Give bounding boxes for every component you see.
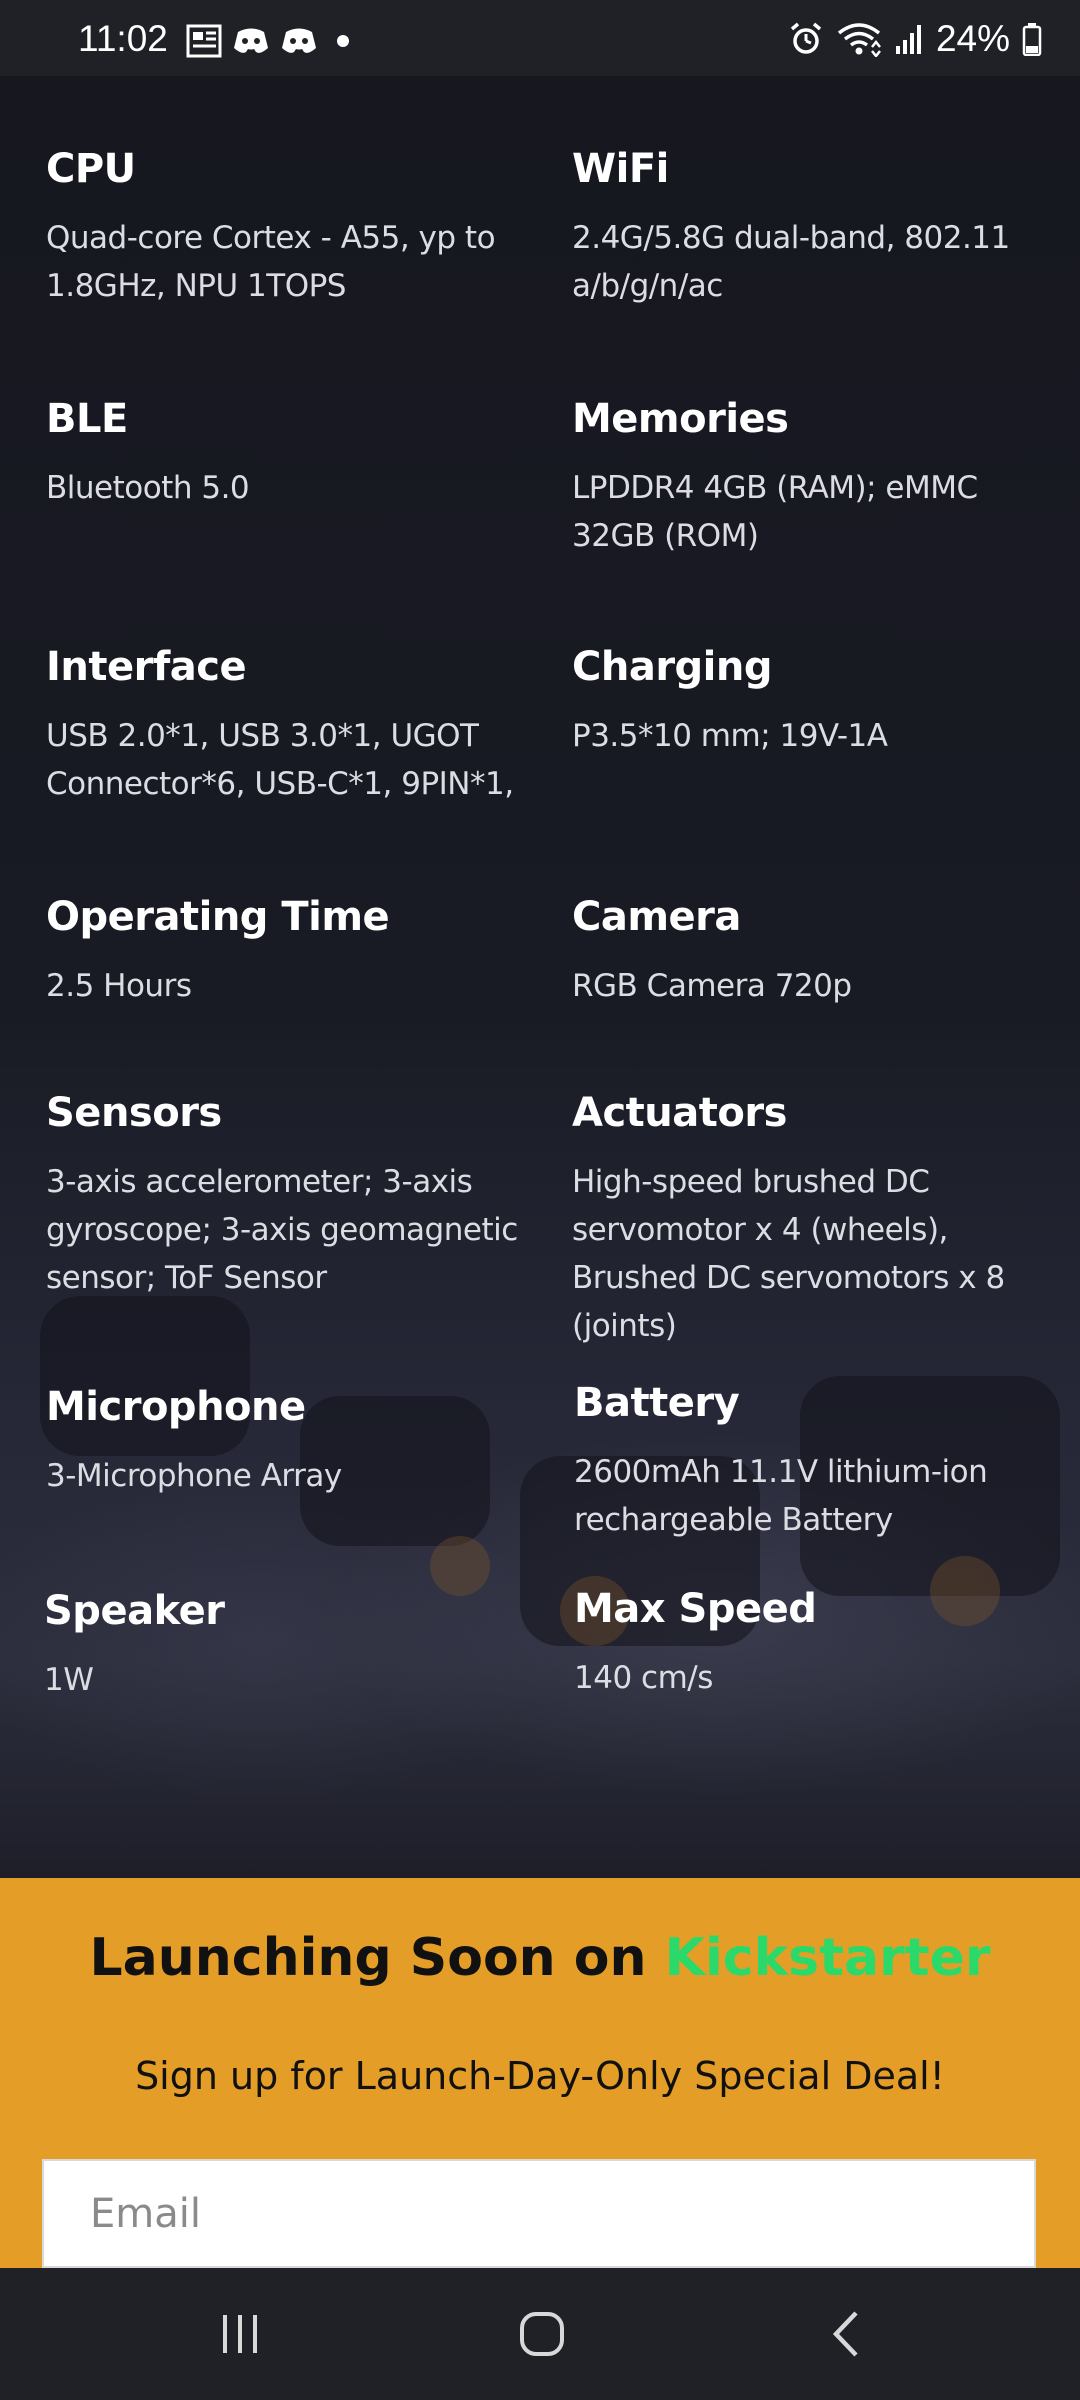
wifi-icon bbox=[837, 23, 881, 57]
spec-max-speed: Max Speed 140 cm/s bbox=[574, 1586, 1054, 1702]
spec-title: Sensors bbox=[46, 1090, 222, 1136]
spec-title: Camera bbox=[572, 894, 741, 940]
alarm-icon bbox=[790, 22, 822, 54]
signup-subtitle: Sign up for Launch-Day-Only Special Deal… bbox=[135, 2054, 945, 2098]
spec-sensors: Sensors 3-axis accelerometer; 3-axis gyr… bbox=[46, 1090, 526, 1302]
spec-battery: Battery 2600mAh 11.1V lithium-ion rechar… bbox=[574, 1380, 1054, 1544]
spec-title: Memories bbox=[572, 396, 789, 442]
spec-value: 3-Microphone Array bbox=[46, 1458, 342, 1494]
recents-icon bbox=[223, 2315, 257, 2353]
email-input[interactable] bbox=[42, 2159, 1036, 2268]
dot-icon bbox=[337, 35, 349, 47]
spec-charging: Charging P3.5*10 mm; 19V-1A bbox=[572, 644, 1052, 760]
home-icon bbox=[520, 2312, 564, 2356]
signup-title: Launching Soon on Kickstarter bbox=[0, 1928, 1080, 1988]
spec-value: 2600mAh 11.1V lithium-ion rechargeable B… bbox=[574, 1454, 988, 1538]
battery-percent: 24% bbox=[935, 18, 1010, 59]
spec-actuators: Actuators High-speed brushed DC servomot… bbox=[572, 1090, 1072, 1350]
signup-title-prefix: Launching Soon on bbox=[89, 1928, 665, 1988]
spec-value: Bluetooth 5.0 bbox=[46, 470, 250, 506]
spec-title: Battery bbox=[574, 1380, 740, 1426]
battery-icon bbox=[1022, 23, 1042, 56]
recents-button[interactable] bbox=[200, 2298, 280, 2370]
spec-title: CPU bbox=[46, 146, 136, 192]
spec-value: USB 2.0*1, USB 3.0*1, UGOT Connector*6, … bbox=[46, 718, 514, 802]
spec-speaker: Speaker 1W bbox=[44, 1588, 524, 1704]
spec-microphone: Microphone 3-Microphone Array bbox=[46, 1384, 526, 1500]
spec-value: High-speed brushed DC servomotor x 4 (wh… bbox=[572, 1164, 1005, 1344]
spec-wifi: WiFi 2.4G/5.8G dual-band, 802.11 a/b/g/n… bbox=[572, 146, 1052, 310]
home-button[interactable] bbox=[502, 2298, 582, 2370]
spec-title: Speaker bbox=[44, 1588, 225, 1634]
spec-value: Quad-core Cortex - A55, yp to 1.8GHz, NP… bbox=[46, 220, 496, 304]
signal-icon bbox=[895, 25, 921, 54]
back-button[interactable] bbox=[806, 2298, 886, 2370]
notification-icons bbox=[186, 24, 358, 58]
spec-title: BLE bbox=[46, 396, 128, 442]
spec-operating-time: Operating Time 2.5 Hours bbox=[46, 894, 526, 1010]
kickstarter-link[interactable]: Kickstarter bbox=[665, 1928, 991, 1988]
spec-value: LPDDR4 4GB (RAM); eMMC 32GB (ROM) bbox=[572, 470, 978, 554]
discord-icon bbox=[234, 28, 268, 53]
spec-memories: Memories LPDDR4 4GB (RAM); eMMC 32GB (RO… bbox=[572, 396, 1052, 560]
spec-title: Interface bbox=[46, 644, 247, 690]
spec-title: Actuators bbox=[572, 1090, 787, 1136]
spec-value: 3-axis accelerometer; 3-axis gyroscope; … bbox=[46, 1164, 518, 1296]
status-bar: 11:02 24% bbox=[0, 0, 1080, 76]
spec-value: 140 cm/s bbox=[574, 1660, 713, 1696]
status-time: 11:02 bbox=[78, 18, 168, 59]
robot-wheel bbox=[430, 1536, 490, 1596]
system-status-icons: 24% bbox=[788, 18, 1042, 60]
spec-value: P3.5*10 mm; 19V-1A bbox=[572, 718, 888, 754]
spec-camera: Camera RGB Camera 720p bbox=[572, 894, 1052, 1010]
back-icon bbox=[832, 2311, 858, 2357]
news-icon bbox=[186, 24, 222, 58]
spec-value: 2.4G/5.8G dual-band, 802.11 a/b/g/n/ac bbox=[572, 220, 1010, 304]
spec-title: WiFi bbox=[572, 146, 669, 192]
spec-title: Microphone bbox=[46, 1384, 306, 1430]
spec-value: RGB Camera 720p bbox=[572, 968, 852, 1004]
specs-section: CPU Quad-core Cortex - A55, yp to 1.8GHz… bbox=[0, 76, 1080, 1878]
spec-title: Max Speed bbox=[574, 1586, 817, 1632]
spec-interface: Interface USB 2.0*1, USB 3.0*1, UGOT Con… bbox=[46, 644, 526, 808]
discord-icon bbox=[282, 28, 316, 53]
spec-value: 1W bbox=[44, 1662, 94, 1698]
spec-cpu: CPU Quad-core Cortex - A55, yp to 1.8GHz… bbox=[46, 146, 526, 310]
spec-value: 2.5 Hours bbox=[46, 968, 192, 1004]
navigation-bar bbox=[0, 2268, 1080, 2400]
signup-section: Launching Soon on Kickstarter Sign up fo… bbox=[0, 1878, 1080, 2268]
spec-ble: BLE Bluetooth 5.0 bbox=[46, 396, 526, 512]
spec-title: Operating Time bbox=[46, 894, 390, 940]
spec-title: Charging bbox=[572, 644, 773, 690]
